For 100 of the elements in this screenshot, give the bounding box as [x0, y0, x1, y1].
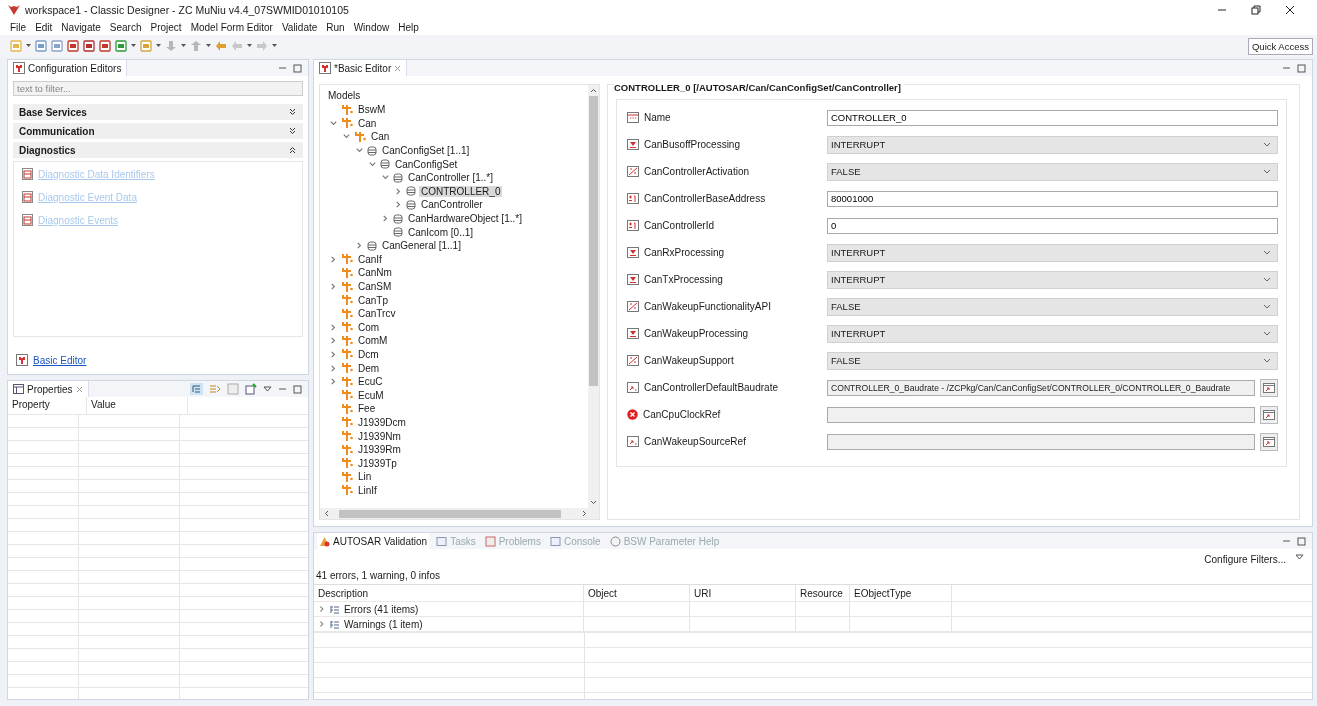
tree-item[interactable]: ComM: [356, 335, 390, 347]
expander-icon[interactable]: [354, 241, 364, 251]
dropdown-icon[interactable]: [206, 44, 211, 48]
view-tab[interactable]: AUTOSAR Validation: [317, 533, 430, 549]
scroll-right-icon[interactable]: [582, 510, 587, 517]
tree-item[interactable]: CanIf: [356, 253, 384, 265]
configure-filters-link[interactable]: Configure Filters...: [1204, 554, 1286, 565]
filter-icon[interactable]: [209, 383, 221, 395]
chevron-icon[interactable]: [289, 108, 296, 116]
menu-item[interactable]: Validate: [281, 22, 318, 33]
scroll-left-icon[interactable]: [324, 510, 329, 517]
browse-button[interactable]: [1260, 378, 1278, 397]
expander-icon[interactable]: [328, 336, 338, 346]
menu-item[interactable]: Model Form Editor: [190, 22, 273, 33]
view-tab[interactable]: Properties: [8, 381, 89, 397]
text-field[interactable]: 80001000: [827, 190, 1278, 207]
tree-item[interactable]: BswM: [356, 104, 388, 116]
expander-icon[interactable]: [328, 322, 338, 332]
dropdown[interactable]: INTERRUPT: [827, 324, 1278, 343]
view-menu-icon[interactable]: [1295, 554, 1304, 560]
dropdown-icon[interactable]: [26, 44, 31, 48]
section-header[interactable]: Communication: [13, 123, 303, 139]
reference-field[interactable]: [827, 406, 1255, 423]
chevron-icon[interactable]: [289, 146, 296, 154]
tree-item[interactable]: LinIf: [356, 484, 379, 496]
basic-editor-link[interactable]: Basic Editor: [33, 354, 87, 366]
categories-icon[interactable]: [190, 383, 203, 395]
chevron-icon[interactable]: [289, 127, 296, 135]
tree-item[interactable]: CanGeneral [1..1]: [380, 240, 463, 252]
menu-item[interactable]: Search: [109, 22, 142, 33]
tree-item[interactable]: CanHardwareObject [1..*]: [406, 213, 524, 225]
editor-tab[interactable]: *Basic Editor: [314, 60, 408, 76]
filter-field[interactable]: text to filter...: [13, 81, 303, 96]
expander-icon[interactable]: [328, 118, 338, 128]
restore-icon[interactable]: [1251, 5, 1261, 15]
tree-item[interactable]: CanConfigSet: [393, 158, 460, 170]
expander-icon[interactable]: [328, 377, 338, 387]
pin-icon[interactable]: [245, 383, 257, 395]
reference-field[interactable]: [827, 433, 1255, 450]
dropdown-icon[interactable]: [131, 44, 136, 48]
tree-item[interactable]: Can: [356, 117, 379, 129]
menu-item[interactable]: Edit: [35, 22, 53, 33]
section-header[interactable]: Diagnostics: [13, 142, 303, 158]
tree-item[interactable]: CanTp: [356, 294, 390, 306]
maximize-icon[interactable]: [1297, 536, 1306, 546]
tree-item[interactable]: J1939Rm: [356, 444, 403, 456]
tree-item[interactable]: CanIcom [0..1]: [406, 226, 476, 238]
text-field[interactable]: 0: [827, 217, 1278, 234]
tree-item[interactable]: Warnings (1 item): [344, 618, 423, 630]
dropdown-icon[interactable]: [181, 44, 186, 48]
maximize-icon[interactable]: [293, 384, 302, 394]
tree-item[interactable]: CanConfigSet [1..1]: [380, 145, 472, 157]
dropdown[interactable]: FALSE: [827, 162, 1278, 181]
scroll-up-icon[interactable]: [590, 88, 597, 93]
expander-icon[interactable]: [328, 282, 338, 291]
dropdown-icon[interactable]: [156, 44, 161, 48]
menu-item[interactable]: File: [10, 22, 27, 33]
expander-icon[interactable]: [380, 214, 390, 224]
tree-item[interactable]: Errors (41 items): [344, 603, 419, 615]
close-icon[interactable]: [1285, 5, 1295, 15]
expander-icon[interactable]: [393, 186, 403, 196]
expander-icon[interactable]: [328, 254, 338, 264]
expander-icon[interactable]: [367, 159, 377, 169]
scrollbar[interactable]: [320, 508, 599, 519]
tree-item[interactable]: Fee: [356, 403, 378, 415]
view-menu-icon[interactable]: [263, 386, 272, 392]
column-header[interactable]: Value: [87, 397, 188, 414]
text-field[interactable]: CONTROLLER_0: [827, 109, 1278, 126]
column-header[interactable]: Object: [584, 585, 690, 601]
tree-item[interactable]: CanSM: [356, 281, 394, 292]
tree-item[interactable]: J1939Tp: [356, 457, 399, 469]
tree-item[interactable]: J1939Nm: [356, 430, 403, 442]
column-header[interactable]: Description: [314, 585, 584, 601]
back-icon[interactable]: [215, 40, 227, 52]
tree-item[interactable]: Dcm: [356, 349, 381, 360]
tree-item[interactable]: Dem: [356, 362, 382, 374]
tree-item[interactable]: Lin: [356, 471, 374, 483]
expander-icon[interactable]: [328, 350, 338, 359]
maximize-icon[interactable]: [293, 63, 302, 73]
expander-icon[interactable]: [328, 363, 338, 373]
scrollbar[interactable]: [588, 85, 599, 508]
expander-icon[interactable]: [318, 605, 326, 613]
expander-icon[interactable]: [318, 620, 326, 628]
section-header[interactable]: Base Services: [13, 104, 303, 120]
tree-item[interactable]: CONTROLLER_0: [419, 185, 503, 197]
menu-item[interactable]: Help: [398, 22, 419, 33]
tree-item[interactable]: J1939Dcm: [356, 416, 408, 428]
dropdown[interactable]: INTERRUPT: [827, 270, 1278, 289]
dropdown-icon[interactable]: [272, 44, 277, 48]
scroll-down-icon[interactable]: [590, 500, 597, 505]
column-header[interactable]: EObjectType: [850, 585, 952, 601]
browse-button[interactable]: [1260, 432, 1278, 451]
tree-item[interactable]: CanController [1..*]: [406, 172, 496, 184]
dropdown[interactable]: INTERRUPT: [827, 243, 1278, 262]
column-header[interactable]: Property: [8, 397, 87, 414]
menu-item[interactable]: Window: [353, 22, 390, 33]
tree-item[interactable]: CanController: [419, 199, 485, 211]
dropdown[interactable]: INTERRUPT: [827, 135, 1278, 154]
quick-access-field[interactable]: Quick Access: [1247, 37, 1313, 55]
column-header[interactable]: Resource: [796, 585, 850, 601]
